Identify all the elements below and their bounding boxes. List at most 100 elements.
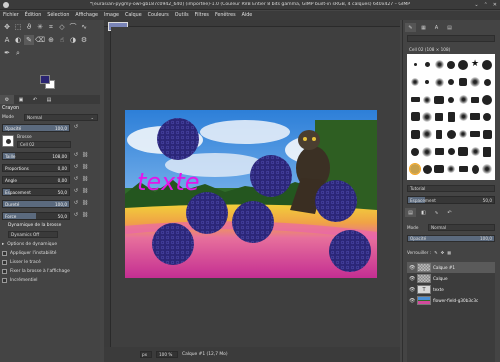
star-brush-icon[interactable]: ★ (471, 60, 479, 69)
brush-thumb[interactable] (483, 78, 491, 86)
fuzzy-select-tool-icon[interactable]: ✳ (35, 22, 45, 32)
brush-thumb[interactable] (434, 148, 444, 156)
brush-spacing-slider[interactable]: Espacement 50,0 (407, 196, 495, 204)
document-history-tab-icon[interactable]: ▤ (444, 23, 455, 32)
brush-tags-field[interactable]: Tutorial (407, 185, 495, 192)
eye-icon[interactable]: 👁 (409, 276, 415, 282)
brushes-grid[interactable]: ★ (407, 54, 495, 180)
brush-thumb[interactable] (459, 130, 467, 139)
undo-history-tab-icon[interactable]: ↶ (28, 95, 42, 104)
brush-thumb[interactable] (434, 77, 444, 87)
minimize-icon[interactable]: ⌄ (474, 2, 478, 8)
layer-item[interactable]: 👁 Calque (407, 273, 495, 284)
reset-icon[interactable]: ↺ (72, 164, 80, 172)
hardness-slider[interactable]: Dureté 100,0 (2, 199, 70, 208)
brush-thumb[interactable] (482, 164, 492, 175)
reset-icon[interactable]: ↺ (72, 176, 80, 184)
gegl-tool-icon[interactable]: ⚙ (79, 35, 89, 45)
brush-filter-input[interactable] (407, 35, 495, 42)
image-canvas[interactable]: texte (125, 110, 377, 278)
reset-icon[interactable]: ↺ (72, 200, 80, 208)
apply-jitter-checkbox[interactable]: Appliquer l'instabilité (2, 249, 98, 258)
channels-tab-icon[interactable]: ◧ (418, 208, 429, 217)
brush-thumb[interactable] (471, 96, 479, 103)
link-icon[interactable]: ⛓ (81, 200, 89, 208)
device-status-tab-icon[interactable]: ▣ (14, 95, 28, 104)
maximize-icon[interactable]: ⌃ (484, 2, 488, 8)
smudge-tool-icon[interactable]: ☝ (57, 35, 67, 45)
menu-couleurs[interactable]: Couleurs (148, 13, 169, 18)
brush-thumb[interactable] (423, 95, 431, 104)
menu-selection[interactable]: Sélection (47, 13, 69, 18)
lock-pixels-icon[interactable]: ✎ (434, 250, 438, 255)
undo-tab-icon[interactable]: ↶ (444, 208, 455, 217)
brush-thumb[interactable] (458, 95, 468, 105)
menu-edition[interactable]: Édition (25, 13, 42, 18)
layer-item[interactable]: 👁 flower-field-g30b3c3c (407, 295, 495, 306)
tool-options-tab-icon[interactable]: ⚙ (0, 95, 14, 104)
brush-thumb[interactable] (470, 131, 480, 138)
brush-thumb[interactable] (411, 147, 419, 156)
unit-select[interactable]: px (140, 351, 152, 358)
layers-tab-icon[interactable]: ▤ (405, 208, 416, 217)
warp-tool-icon[interactable]: ⌒ (68, 22, 78, 32)
brush-thumb[interactable] (482, 129, 492, 139)
brush-thumb[interactable] (422, 164, 432, 174)
dynamics-select[interactable]: Dynamics Off (8, 231, 58, 238)
brush-thumb[interactable] (459, 78, 467, 87)
brush-name-field[interactable]: Cell 02 (17, 141, 71, 148)
link-icon[interactable]: ⛓ (81, 164, 89, 172)
zoom-select[interactable]: 100 % (156, 351, 178, 358)
reset-icon[interactable]: ↺ (72, 124, 80, 132)
brush-thumb[interactable] (482, 94, 492, 105)
brush-thumb[interactable] (483, 112, 491, 121)
opacity-slider[interactable]: Opacité 100,0 (2, 123, 70, 132)
brush-thumb[interactable] (447, 60, 455, 69)
eye-icon[interactable]: 👁 (409, 287, 415, 293)
brush-thumb[interactable] (483, 146, 491, 157)
brush-thumb[interactable] (434, 60, 444, 70)
menu-affichage[interactable]: Affichage (75, 13, 98, 18)
brush-thumb[interactable] (446, 129, 456, 139)
brush-thumb[interactable] (410, 129, 420, 139)
zoom-tool-icon[interactable]: ⌕ (13, 48, 23, 58)
eye-icon[interactable]: 👁 (409, 298, 415, 304)
horizontal-ruler[interactable] (104, 20, 400, 27)
vertical-ruler[interactable] (104, 27, 111, 347)
reset-icon[interactable]: ↺ (72, 152, 80, 160)
bucket-fill-tool-icon[interactable]: ◐ (13, 35, 23, 45)
fonts-tab-icon[interactable]: A (431, 23, 442, 32)
lock-brush-to-view-checkbox[interactable]: Fixer la brosse à l'affichage (2, 267, 98, 276)
brush-thumb[interactable] (424, 62, 430, 68)
text-tool-icon[interactable]: A (2, 35, 12, 45)
menu-aide[interactable]: Aide (242, 13, 253, 18)
close-icon[interactable]: ✕ (493, 2, 497, 8)
move-tool-icon[interactable]: ✥ (2, 22, 12, 32)
layer-item[interactable]: 👁 T texte (407, 284, 495, 295)
menu-filtres[interactable]: Filtres (195, 13, 209, 18)
brush-preview[interactable] (2, 135, 14, 147)
brush-thumb-selected[interactable] (409, 163, 421, 176)
patterns-tab-icon[interactable]: ▦ (418, 23, 429, 32)
link-icon[interactable]: ⛓ (81, 212, 89, 220)
brush-thumb[interactable] (482, 59, 492, 70)
brush-thumb[interactable] (434, 165, 444, 174)
reset-icon[interactable]: ↺ (72, 188, 80, 196)
brush-thumb[interactable] (447, 148, 455, 156)
brush-thumb[interactable] (411, 78, 419, 87)
brush-thumb[interactable] (458, 147, 468, 157)
brush-thumb[interactable] (470, 113, 480, 121)
lasso-tool-icon[interactable]: ϑ (24, 22, 34, 32)
link-icon[interactable]: ⛓ (81, 188, 89, 196)
paths-tool-icon[interactable]: ∿ (79, 22, 89, 32)
images-tab-icon[interactable]: ▤ (42, 95, 56, 104)
layer-opacity-slider[interactable]: Opacité 100,0 (407, 234, 495, 242)
color-picker-tool-icon[interactable]: ✒ (2, 48, 12, 58)
brush-thumb[interactable] (410, 97, 420, 103)
color-swatches[interactable] (40, 75, 56, 89)
size-slider[interactable]: Taille 108,00 (2, 151, 70, 160)
brush-thumb[interactable] (436, 129, 442, 139)
lock-alpha-icon[interactable]: ▦ (447, 250, 451, 255)
link-icon[interactable]: ⛓ (81, 176, 89, 184)
brush-thumb[interactable] (447, 165, 455, 174)
